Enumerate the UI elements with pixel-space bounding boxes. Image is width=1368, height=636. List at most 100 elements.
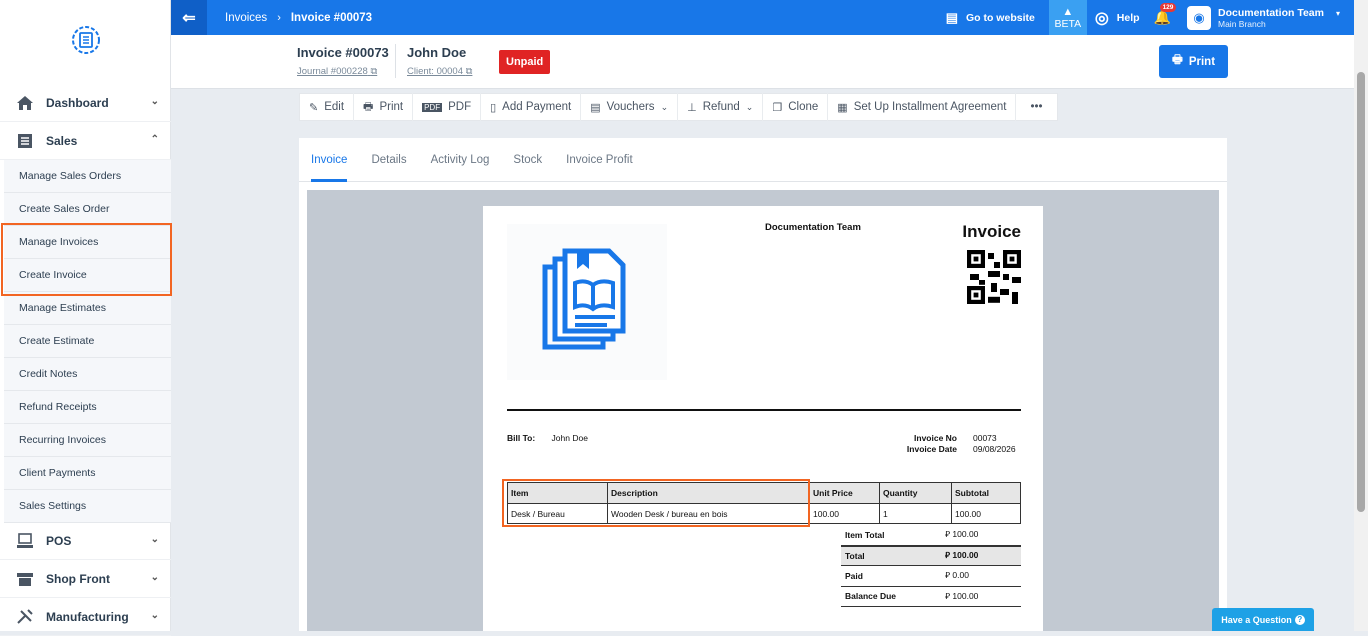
installment-agreement-button[interactable]: ▦ Set Up Installment Agreement <box>828 93 1017 121</box>
page-title: Invoice #00073 <box>297 45 389 60</box>
sidebar-subitem-recurring-invoices[interactable]: Recurring Invoices <box>4 424 171 457</box>
add-payment-button[interactable]: ▯ Add Payment <box>481 93 582 121</box>
installment-icon: ▦ <box>837 101 848 114</box>
pencil-icon: ✎ <box>309 101 319 114</box>
invoice-header: Invoice #00073 Journal #000228 ⧉ John Do… <box>171 35 1354 89</box>
sidebar-item-sales[interactable]: Sales ⌃ <box>0 122 171 160</box>
invoice-document: Documentation Team Invoice Bill To: John… <box>483 206 1043 631</box>
chevron-down-icon: ⌄ <box>150 534 159 545</box>
pos-icon <box>17 532 33 548</box>
collapse-sidebar-button[interactable]: ⇐ <box>171 0 207 35</box>
print-action-button[interactable]: 🖶 Print <box>354 93 414 121</box>
scrollbar-thumb[interactable] <box>1357 72 1365 512</box>
list-icon <box>18 133 32 148</box>
sidebar-subitem-create-sales-order[interactable]: Create Sales Order <box>4 193 171 226</box>
team-avatar[interactable]: ◉ <box>1187 5 1211 30</box>
printer-icon: 🖶 <box>1171 54 1183 66</box>
app-logo-icon[interactable] <box>70 24 102 56</box>
sidebar-subitem-client-payments[interactable]: Client Payments <box>4 457 171 490</box>
sidebar-item-manufacturing[interactable]: Manufacturing ⌄ <box>0 598 171 636</box>
invoice-preview: Documentation Team Invoice Bill To: John… <box>307 190 1219 631</box>
sidebar: Dashboard ⌄ Sales ⌃ Manage Sales Orders … <box>0 0 172 636</box>
sidebar-item-shop-front[interactable]: Shop Front ⌄ <box>0 560 171 598</box>
page-scrollbar[interactable] <box>1354 0 1368 631</box>
breadcrumb-current: Invoice #00073 <box>290 11 373 24</box>
invoice-no-label: Invoice No <box>914 433 957 443</box>
invoice-meta: Invoice No 00073 Invoice Date 09/08/2026 <box>907 433 1021 455</box>
tab-activity-log[interactable]: Activity Log <box>431 138 490 181</box>
invoice-no-value: 00073 <box>973 433 997 443</box>
caret-down-icon[interactable]: ▾ <box>1336 9 1340 18</box>
invoices-highlight-box <box>1 223 172 296</box>
totals-row: Balance Due ⃁ 100.00 <box>841 587 1021 607</box>
sidebar-subitem-manage-estimates[interactable]: Manage Estimates <box>4 292 171 325</box>
team-switcher[interactable]: Documentation Team Main Branch <box>1218 7 1324 29</box>
actions-toolbar: ✎ Edit 🖶 Print PDF PDF ▯ Add Payment ▤ Vouche… <box>299 93 1058 121</box>
chevron-right-icon: › <box>277 11 281 24</box>
vouchers-dropdown[interactable]: ▤ Vouchers ⌄ <box>581 93 679 121</box>
tab-stock[interactable]: Stock <box>513 138 542 181</box>
sidebar-item-label: Sales <box>46 133 78 148</box>
shop-icon <box>17 572 33 586</box>
totals-row: Paid ⃁ 0.00 <box>841 566 1021 587</box>
sidebar-subitem-manage-sales-orders[interactable]: Manage Sales Orders <box>4 160 171 193</box>
sidebar-item-pos[interactable]: POS ⌄ <box>0 522 171 560</box>
sidebar-item-label: Manufacturing <box>46 609 129 624</box>
edit-button[interactable]: ✎ Edit <box>300 93 355 121</box>
voucher-icon: ▤ <box>590 101 601 114</box>
print-button[interactable]: 🖶 Print <box>1159 45 1228 78</box>
chevron-down-icon: ⌄ <box>150 572 159 583</box>
company-name: Documentation Team <box>765 222 861 233</box>
have-a-question-button[interactable]: Have a Question ? <box>1212 608 1314 631</box>
header-rule <box>507 409 1021 411</box>
notifications-button[interactable]: 🔔 129 <box>1154 3 1177 26</box>
totals-table: Item Total ⃁ 100.00 Total ⃁ 100.00 Paid ⃁ 0… <box>841 525 1021 607</box>
go-to-website-link[interactable]: ▤ Go to website <box>946 10 1035 26</box>
sidebar-item-label: POS <box>46 533 72 548</box>
tab-details[interactable]: Details <box>371 138 406 181</box>
top-bar: ⇐ Invoices › Invoice #00073 ▤ Go to webs… <box>171 0 1354 35</box>
invoice-heading: Invoice <box>962 222 1021 241</box>
more-icon: ••• <box>1030 101 1043 113</box>
external-link-icon: ⧉ <box>465 66 473 77</box>
sidebar-subitem-refund-receipts[interactable]: Refund Receipts <box>4 391 171 424</box>
lifebuoy-icon: ◎ <box>1094 9 1109 27</box>
website-icon: ▤ <box>945 9 958 25</box>
beta-button[interactable]: ▲ BETA <box>1048 0 1087 35</box>
printer-icon: 🖶 <box>363 100 374 113</box>
tab-bar: Invoice Details Activity Log Stock Invoi… <box>299 138 1227 182</box>
tab-invoice[interactable]: Invoice <box>311 138 348 182</box>
sidebar-item-dashboard[interactable]: Dashboard ⌄ <box>0 84 171 122</box>
clone-icon: ❐ <box>772 101 783 114</box>
team-name: Documentation Team <box>1218 6 1324 19</box>
help-label: Help <box>1116 11 1140 24</box>
sidebar-subitem-create-estimate[interactable]: Create Estimate <box>4 325 171 358</box>
arrow-left-icon: ⇐ <box>182 9 196 27</box>
column-header: Unit Price <box>809 482 880 504</box>
print-label: Print <box>1188 55 1216 68</box>
breadcrumb: Invoices › Invoice #00073 <box>225 12 372 24</box>
pdf-button[interactable]: PDF PDF <box>413 93 482 121</box>
table-cell: 100.00 <box>809 503 880 524</box>
journal-link[interactable]: Journal #000228 ⧉ <box>297 66 377 77</box>
qr-code-icon <box>967 250 1021 304</box>
sidebar-subitem-credit-notes[interactable]: Credit Notes <box>4 358 171 391</box>
beta-label: BETA <box>1054 17 1082 30</box>
sales-submenu: Manage Sales Orders Create Sales Order M… <box>4 160 171 523</box>
tab-invoice-profit[interactable]: Invoice Profit <box>566 138 632 181</box>
company-logo <box>507 224 667 380</box>
invoice-date-value: 09/08/2026 <box>973 444 1016 454</box>
invoice-date-label: Invoice Date <box>906 444 957 454</box>
external-link-icon: ⧉ <box>370 66 378 77</box>
home-icon <box>17 95 33 110</box>
invoice-panel: Invoice Details Activity Log Stock Invoi… <box>299 138 1227 631</box>
book-document-icon <box>542 248 626 350</box>
clone-button[interactable]: ❐ Clone <box>763 93 829 121</box>
breadcrumb-invoices-link[interactable]: Invoices <box>225 12 267 24</box>
client-link[interactable]: Client: 00004 ⧉ <box>407 66 472 77</box>
refund-dropdown[interactable]: ⊥ Refund ⌄ <box>678 93 764 121</box>
have-a-question-label: Have a Question <box>1221 614 1292 625</box>
sidebar-subitem-sales-settings[interactable]: Sales Settings <box>4 490 171 523</box>
help-button[interactable]: ◎ Help <box>1095 8 1140 28</box>
more-actions-button[interactable]: ••• <box>1016 93 1056 121</box>
